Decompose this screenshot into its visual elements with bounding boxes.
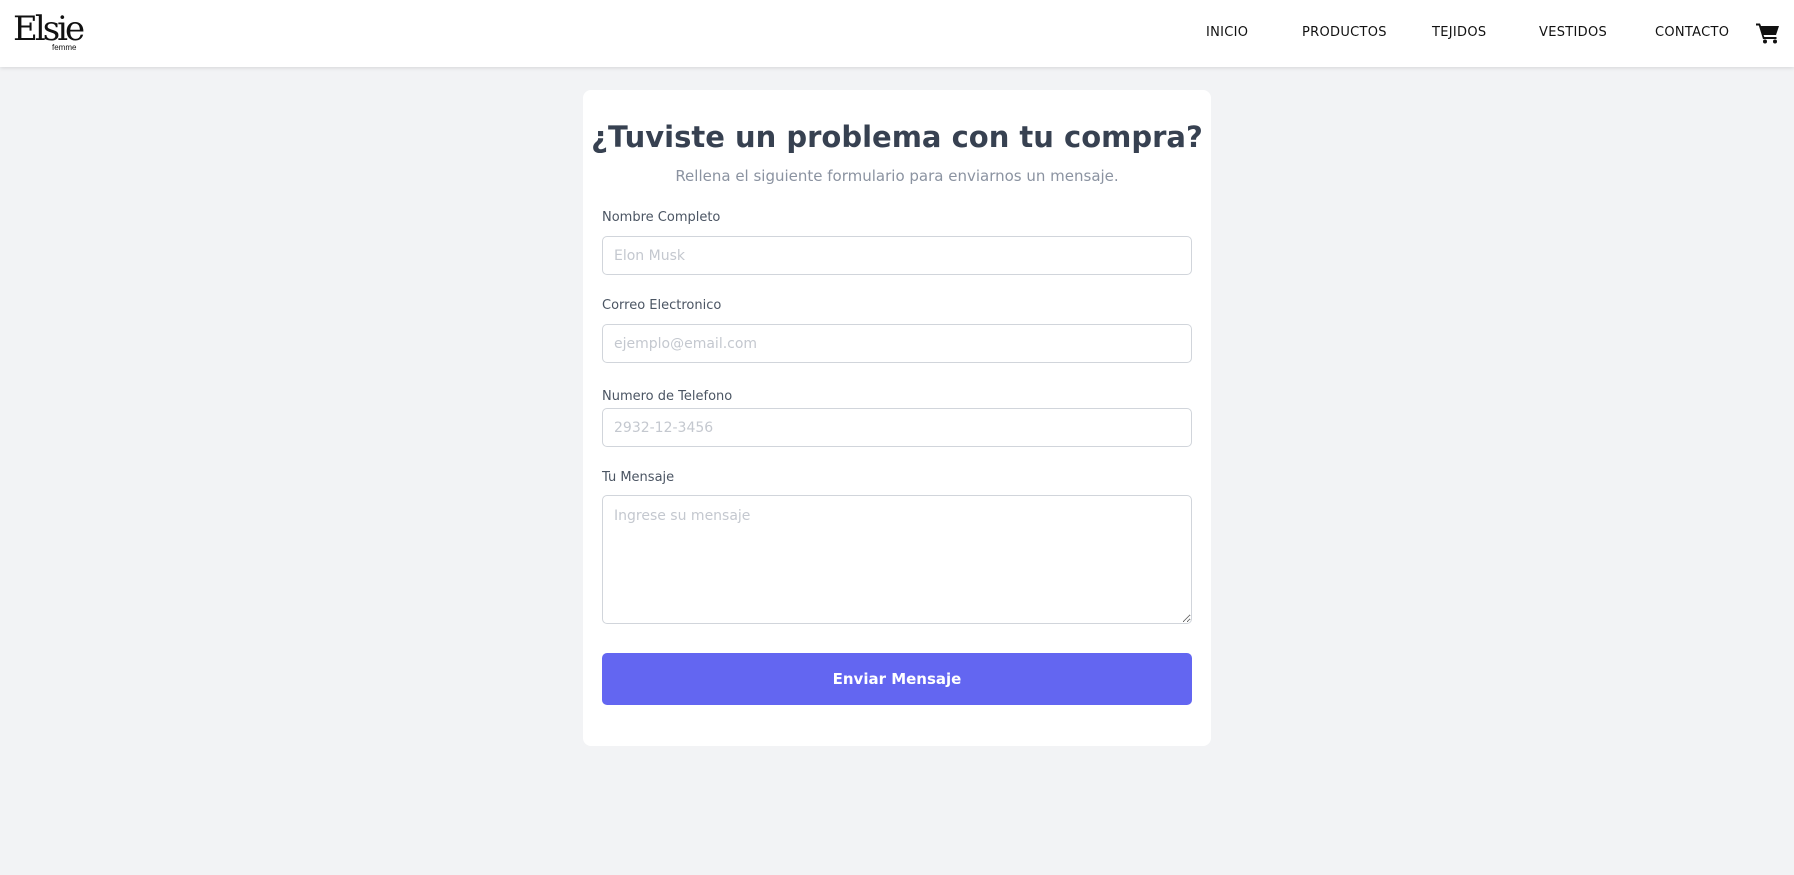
nav-link-contacto[interactable]: CONTACTO xyxy=(1655,24,1729,42)
nav-link-tejidos[interactable]: TEJIDOS xyxy=(1432,24,1486,42)
name-field[interactable] xyxy=(602,236,1192,275)
page-title: ¿Tuviste un problema con tu compra? xyxy=(591,120,1203,154)
cart-icon[interactable] xyxy=(1756,22,1780,44)
email-field[interactable] xyxy=(602,324,1192,363)
message-field-label: Tu Mensaje xyxy=(602,470,675,485)
nav-link-productos[interactable]: PRODUCTOS xyxy=(1302,24,1387,42)
nav-link-vestidos[interactable]: VESTIDOS xyxy=(1539,24,1607,42)
brand-logo[interactable]: Elsie femme xyxy=(13,9,85,55)
nav-link-inicio[interactable]: INICIO xyxy=(1206,24,1248,42)
name-field-label: Nombre Completo xyxy=(602,210,721,225)
logo-wordmark: Elsie xyxy=(13,9,85,49)
phone-field-label: Numero de Telefono xyxy=(602,389,733,404)
top-navbar: Elsie femme INICIO PRODUCTOS TEJIDOS VES… xyxy=(0,0,1794,67)
logo-subtitle: femme xyxy=(52,43,77,52)
message-textarea[interactable] xyxy=(602,495,1192,624)
send-message-button[interactable]: Enviar Mensaje xyxy=(602,653,1192,705)
page-subtitle: Rellena el siguiente formulario para env… xyxy=(675,167,1119,185)
email-field-label: Correo Electronico xyxy=(602,298,722,313)
phone-field[interactable] xyxy=(602,408,1192,447)
